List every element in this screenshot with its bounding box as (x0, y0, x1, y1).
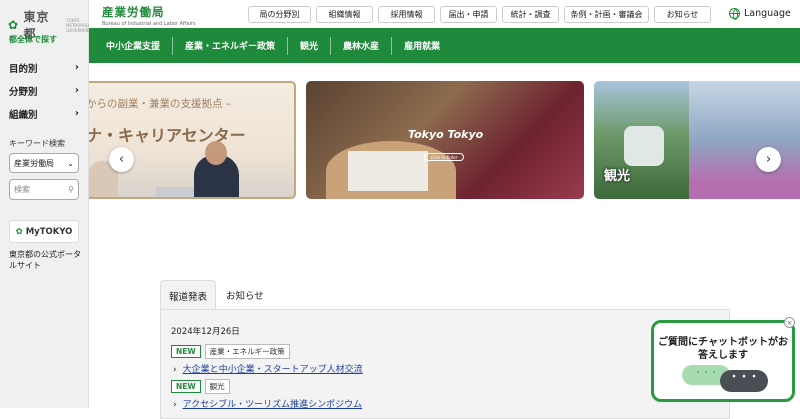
gnav-agriculture[interactable]: 農林水産 (331, 36, 393, 55)
search-all-heading: 都全体で探す (9, 35, 57, 44)
bureau-logo[interactable]: 産業労働局 Bureau of Industrial and Labor Aff… (102, 4, 196, 27)
hero-carousel: からの副業・兼業の支援拠点 – ナ・キャリアセンター Tokyo Tokyo C… (89, 63, 800, 243)
ginkgo-icon: ✿ (15, 226, 23, 237)
news-title: 大企業と中小企業・スタートアップ人材交流 (182, 365, 363, 375)
top-link-fields[interactable]: 局の分野別 (248, 6, 311, 23)
carousel-slide-tourism[interactable]: 観光 (594, 81, 800, 199)
global-nav: 中小企業支援 産業・エネルギー政策 観光 農林水産 雇用就業 (89, 28, 800, 63)
side-nav-organization[interactable]: 組織別 › (9, 102, 79, 125)
top-link-statistics[interactable]: 統計・調査 (502, 6, 559, 23)
side-nav-label: 組織別 (9, 109, 38, 121)
chevron-right-icon: › (765, 152, 772, 167)
chatbot-text: ご質問にチャットボットがお答えします (658, 337, 788, 361)
header: 産業労働局 Bureau of Industrial and Labor Aff… (89, 0, 800, 28)
news-tabs: 報道発表 お知らせ (160, 280, 274, 310)
close-icon[interactable]: × (784, 317, 795, 328)
new-badge: NEW (171, 380, 201, 393)
slide-label: 観光 (604, 169, 631, 184)
search-placeholder: 検索 (14, 185, 30, 194)
search-input[interactable]: 検索 ⚲ (9, 179, 79, 200)
news-title: アクセシブル・ツーリズム推進シンポジウム (182, 400, 363, 410)
language-label: Language (744, 8, 791, 19)
gnav-sme-support[interactable]: 中小企業支援 (94, 36, 174, 55)
chevron-right-icon: › (173, 400, 177, 410)
top-links: 局の分野別 組織情報 採用情報 届出・申請 統計・調査 条例・計画・審議会 お知… (248, 6, 711, 23)
chevron-right-icon: › (74, 62, 79, 73)
gnav-employment[interactable]: 雇用就業 (392, 37, 452, 55)
chat-bubble-icon: ・・・ (720, 370, 768, 392)
click-to-enter-button[interactable]: Click to Enter (424, 153, 464, 161)
waterfall-image (624, 126, 664, 166)
category-badge: 産業・エネルギー政策 (204, 344, 290, 359)
bureau-name-ja: 産業労働局 (102, 5, 165, 19)
chevron-left-icon: ‹ (118, 152, 125, 167)
chatbot-widget[interactable]: ご質問にチャットボットがお答えします ・・・ ・・・ (651, 320, 795, 402)
keyword-search-label: キーワード検索 (9, 139, 65, 148)
news-link[interactable]: › 大企業と中小企業・スタートアップ人材交流 (173, 362, 363, 375)
carousel-slide-tokyo-tokyo[interactable]: Tokyo Tokyo Click to Enter (306, 81, 584, 199)
city-image (689, 81, 800, 199)
side-nav-label: 分野別 (9, 86, 38, 98)
mytokyo-label: MyTOKYO (25, 226, 73, 237)
side-nav-purpose[interactable]: 目的別 › (9, 56, 79, 79)
gnav-industry-energy[interactable]: 産業・エネルギー政策 (173, 36, 289, 55)
top-link-ordinances[interactable]: 条例・計画・審議会 (564, 6, 649, 23)
mytokyo-link[interactable]: ✿ MyTOKYO (9, 220, 79, 243)
tokyo-tokyo-logo: Tokyo Tokyo (408, 128, 484, 141)
top-link-organization[interactable]: 組織情報 (316, 6, 373, 23)
category-badge: 観光 (204, 379, 230, 394)
carousel-slide-career[interactable]: からの副業・兼業の支援拠点 – ナ・キャリアセンター (89, 81, 296, 199)
chevron-down-icon: ⌄ (67, 158, 74, 168)
side-nav-label: 目的別 (9, 63, 38, 75)
carousel-prev-button[interactable]: ‹ (109, 147, 134, 172)
side-nav: 目的別 › 分野別 › 組織別 › (9, 56, 79, 125)
news-panel: 2024年12月26日 NEW 産業・エネルギー政策 › 大企業と中小企業・スター… (160, 309, 730, 419)
portal-text: 東京都の公式ポータルサイト (9, 250, 81, 270)
tab-announcements[interactable]: お知らせ (216, 280, 274, 310)
gnav-tourism[interactable]: 観光 (288, 36, 332, 55)
new-badge: NEW (171, 345, 201, 358)
chevron-right-icon: › (74, 108, 79, 119)
scope-select-value: 産業労働局 (14, 158, 54, 168)
side-nav-field[interactable]: 分野別 › (9, 79, 79, 102)
logo-subtext: TOKYO METROPOLITAN GOVERNMENT (66, 17, 98, 33)
news-meta: NEW 観光 (171, 379, 230, 394)
chevron-right-icon: › (74, 85, 79, 96)
slide-subtitle: からの副業・兼業の支援拠点 – (89, 98, 232, 110)
sidebar: ✿ 東京都 TOKYO METROPOLITAN GOVERNMENT 都全体で… (0, 0, 98, 408)
person-head-image (205, 141, 227, 165)
search-icon[interactable]: ⚲ (68, 185, 74, 194)
top-link-recruitment[interactable]: 採用情報 (378, 6, 435, 23)
tab-press-releases[interactable]: 報道発表 (160, 280, 216, 310)
globe-icon (729, 8, 740, 20)
chevron-right-icon: › (173, 365, 177, 375)
news-meta: NEW 産業・エネルギー政策 (171, 344, 290, 359)
language-selector[interactable]: Language (729, 8, 791, 20)
carousel-next-button[interactable]: › (756, 147, 781, 172)
top-link-news[interactable]: お知らせ (654, 6, 711, 23)
ginkgo-icon: ✿ (8, 17, 19, 32)
cloth-image (348, 151, 428, 191)
news-date: 2024年12月26日 (171, 327, 240, 337)
top-link-applications[interactable]: 届出・申請 (440, 6, 497, 23)
bureau-name-en: Bureau of Industrial and Labor Affairs (102, 21, 196, 27)
news-link[interactable]: › アクセシブル・ツーリズム推進シンポジウム (173, 397, 362, 410)
scope-select[interactable]: 産業労働局 ⌄ (9, 153, 79, 173)
